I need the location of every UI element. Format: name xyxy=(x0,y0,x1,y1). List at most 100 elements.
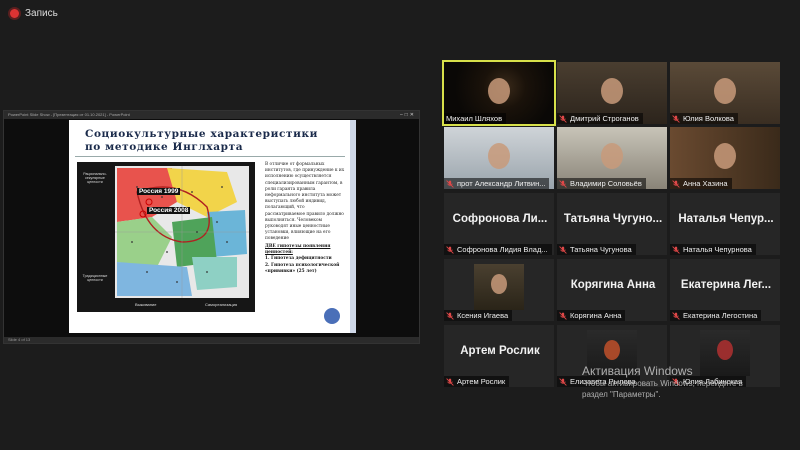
recording-icon xyxy=(10,8,19,18)
participant-name: Наталья Чепурнова xyxy=(683,245,752,254)
mic-muted-icon xyxy=(672,179,680,188)
mic-muted-icon xyxy=(672,311,680,320)
mic-muted-icon xyxy=(446,311,454,320)
participant-tile[interactable]: прот Александр Литвин... xyxy=(444,127,554,189)
participant-display-name: Татьяна Чугуно... xyxy=(563,213,663,225)
hypothesis-2-text: Гипотеза психологической «прививки» (25 … xyxy=(265,262,340,274)
participant-name-label: прот Александр Литвин... xyxy=(444,178,550,189)
participant-display-name: Наталья Чепур... xyxy=(678,213,774,225)
participant-name: Анна Хазина xyxy=(683,179,728,188)
participant-silhouette xyxy=(488,143,510,169)
participant-name: Артем Рослик xyxy=(457,377,506,386)
mic-muted-icon xyxy=(446,179,454,188)
participant-tile[interactable]: Татьяна Чугуно... Татьяна Чугунова xyxy=(557,193,667,255)
x-axis-left-label: Выживание xyxy=(135,302,157,307)
participant-name: Юлия Волкова xyxy=(683,114,734,123)
slide-counter: Slide 4 of 13 xyxy=(8,337,31,342)
participant-tile[interactable]: Ксения Игаева xyxy=(444,259,554,321)
participant-silhouette xyxy=(601,143,623,169)
mic-muted-icon xyxy=(446,245,454,254)
participant-tile[interactable]: Екатерина Лег... Екатерина Легостина xyxy=(670,259,780,321)
participant-silhouette xyxy=(714,143,736,169)
participant-tile[interactable]: Юлия Волкова xyxy=(670,62,780,124)
participant-silhouette xyxy=(488,78,510,104)
participant-name-label: Дмитрий Строганов xyxy=(557,113,643,124)
participant-name-label: Екатерина Легостина xyxy=(670,310,762,321)
shared-window-statusbar: Slide 4 of 13 xyxy=(4,337,419,343)
recording-label: Запись xyxy=(25,7,58,19)
participant-name-label: Корягина Анна xyxy=(557,310,626,321)
participant-silhouette xyxy=(714,78,736,104)
hypotheses-title: ДВЕ гипотезы появления ценностей: xyxy=(265,244,331,256)
participant-display-name: Артем Рослик xyxy=(460,345,540,357)
watermark-title: Активация Windows xyxy=(582,364,693,378)
participant-name-label: Владимир Соловьёв xyxy=(557,178,646,189)
participant-name: Татьяна Чугунова xyxy=(570,245,632,254)
participant-silhouette xyxy=(604,340,620,360)
hypothesis-1-text: Гипотеза дефицитности xyxy=(270,256,332,262)
participant-name: Ксения Игаева xyxy=(457,311,509,320)
participant-name-label: Анна Хазина xyxy=(670,178,732,189)
participant-name: Софронова Лидия Влад... xyxy=(457,245,548,254)
shared-window-title: PowerPoint Slide Show - [Презентация от … xyxy=(8,112,130,117)
participant-display-name: Екатерина Лег... xyxy=(680,279,772,291)
participant-silhouette xyxy=(601,78,623,104)
participant-tile[interactable]: Артем Рослик Артем Рослик xyxy=(444,325,554,387)
participant-name: Дмитрий Строганов xyxy=(570,114,639,123)
participant-silhouette xyxy=(491,274,507,294)
window-controls-icon: –□✕ xyxy=(400,112,416,118)
mic-muted-icon xyxy=(559,179,567,188)
watermark-line1: Чтобы активировать Windows, перейдите в xyxy=(582,379,743,388)
shared-window-titlebar: PowerPoint Slide Show - [Презентация от … xyxy=(4,111,419,119)
participant-video xyxy=(474,264,524,310)
participant-name-label: Софронова Лидия Влад... xyxy=(444,244,552,255)
mic-muted-icon xyxy=(559,311,567,320)
participant-tile[interactable]: Дмитрий Строганов xyxy=(557,62,667,124)
windows-activation-watermark: Активация Windows Чтобы активировать Win… xyxy=(582,364,797,400)
watermark-line2: раздел "Параметры". xyxy=(582,390,661,399)
participant-name: Екатерина Легостина xyxy=(683,311,758,320)
participant-tile[interactable]: Владимир Соловьёв xyxy=(557,127,667,189)
russia-2008-label: Россия 2008 xyxy=(147,207,191,214)
slide-accent-bar xyxy=(350,120,356,333)
mic-muted-icon xyxy=(672,114,680,123)
inglehart-map: Россия 1999 Россия 2008 Рационально-секу… xyxy=(77,162,255,312)
y-axis-bottom-label: Традиционные ценности xyxy=(82,274,108,283)
participant-name-label: Татьяна Чугунова xyxy=(557,244,636,255)
x-axis-right-label: Самореализация xyxy=(205,302,238,307)
slide-title-line2: по методике Инглхарта xyxy=(85,141,244,153)
participant-tile[interactable]: Корягина Анна Корягина Анна xyxy=(557,259,667,321)
participant-silhouette xyxy=(717,340,733,360)
participant-name: Михаил Шляхов xyxy=(446,114,503,123)
participant-tile[interactable]: Михаил Шляхов xyxy=(442,60,556,126)
y-axis-top-label: Рационально-секулярные ценности xyxy=(83,172,107,185)
participant-display-name: Корягина Анна xyxy=(570,279,656,291)
slide-divider xyxy=(75,156,345,157)
participant-name-label: Наталья Чепурнова xyxy=(670,244,756,255)
participant-name: Владимир Соловьёв xyxy=(570,179,642,188)
participant-name: прот Александр Литвин... xyxy=(457,179,546,188)
hypothesis-2: 2. Гипотеза психологической «прививки» (… xyxy=(265,262,340,274)
slide-title: Социокультурные характеристики по методи… xyxy=(85,128,335,154)
shared-screen[interactable]: PowerPoint Slide Show - [Презентация от … xyxy=(3,110,420,344)
mic-muted-icon xyxy=(559,245,567,254)
mic-muted-icon xyxy=(559,377,567,386)
mic-muted-icon xyxy=(446,377,454,386)
presentation-slide: Социокультурные характеристики по методи… xyxy=(69,120,356,333)
slide-hypotheses: ДВЕ гипотезы появления ценностей: 1. Гип… xyxy=(265,244,347,275)
mic-muted-icon xyxy=(672,245,680,254)
participant-name-label: Ксения Игаева xyxy=(444,310,513,321)
mic-muted-icon xyxy=(559,114,567,123)
slide-decor-circle xyxy=(324,308,340,324)
slide-body-text: В отличие от формальных институтов, где … xyxy=(265,162,345,242)
participant-tile[interactable]: Софронова Ли... Софронова Лидия Влад... xyxy=(444,193,554,255)
recording-indicator[interactable]: Запись xyxy=(0,0,800,26)
participant-tile[interactable]: Наталья Чепур... Наталья Чепурнова xyxy=(670,193,780,255)
russia-1999-label: Россия 1999 xyxy=(137,188,181,195)
participant-name-label: Артем Рослик xyxy=(444,376,510,387)
participant-name-label: Михаил Шляхов xyxy=(444,113,507,124)
participant-tile[interactable]: Анна Хазина xyxy=(670,127,780,189)
participant-name-label: Юлия Волкова xyxy=(670,113,738,124)
slide-title-line1: Социокультурные характеристики xyxy=(85,128,319,140)
participant-name: Корягина Анна xyxy=(570,311,622,320)
